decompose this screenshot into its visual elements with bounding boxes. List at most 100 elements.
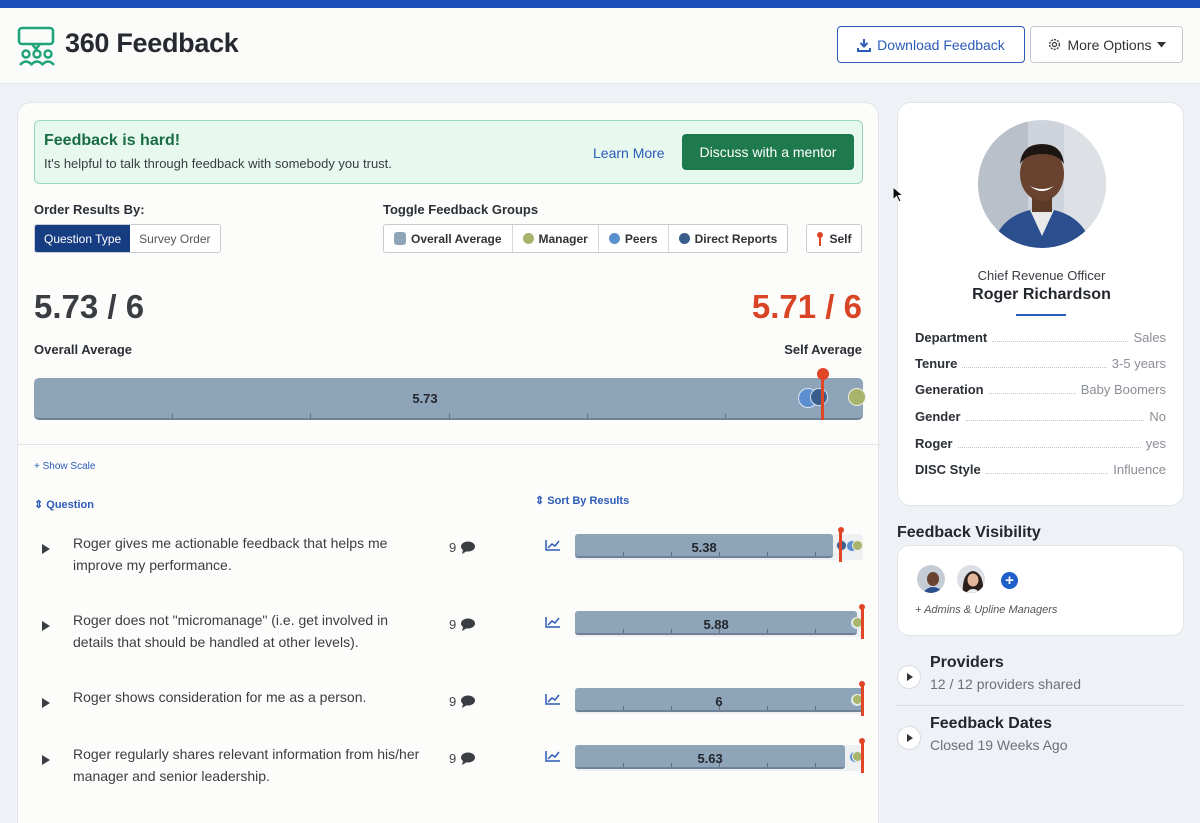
- feedback-dates-title: Feedback Dates: [930, 715, 1052, 732]
- sort-by-results-label: Sort By Results: [547, 495, 630, 507]
- question-text: Roger does not "micromanage" (i.e. get i…: [73, 612, 388, 650]
- trend-chart-icon[interactable]: [545, 616, 561, 628]
- question-text: Roger regularly shares relevant informat…: [73, 746, 420, 784]
- comment-count[interactable]: 9: [449, 540, 476, 555]
- dot-leader: [992, 332, 1129, 342]
- expand-row-icon[interactable]: [42, 621, 50, 631]
- feedback-groups-toggle: Overall Average Manager Peers Direct Rep…: [383, 224, 789, 253]
- feedback-dates-accordion[interactable]: Feedback Dates Closed 19 Weeks Ago: [897, 715, 1184, 775]
- comment-icon: [461, 618, 476, 631]
- learn-more-link[interactable]: Learn More: [593, 145, 665, 161]
- download-feedback-button[interactable]: Download Feedback: [837, 26, 1025, 63]
- overall-average-label: Overall Average: [34, 342, 133, 357]
- discuss-with-mentor-button[interactable]: Discuss with a mentor: [682, 134, 854, 170]
- toggle-direct-reports[interactable]: Direct Reports: [669, 225, 788, 252]
- score-fill: 5.38: [575, 534, 834, 558]
- question-score-bar: 5.63: [575, 738, 865, 773]
- peers-swatch: [608, 233, 620, 244]
- trend-chart-icon[interactable]: [545, 693, 561, 705]
- toggle-peers[interactable]: Peers: [599, 225, 669, 252]
- trend-chart-icon[interactable]: [545, 750, 561, 762]
- self-pin: [859, 738, 865, 773]
- scale-tick: [767, 552, 768, 556]
- scale-tick: [815, 552, 816, 556]
- toggle-manager-label: Manager: [538, 231, 588, 246]
- order-results-label: Order Results By:: [34, 202, 145, 217]
- scale-tick: [623, 763, 624, 767]
- attr-value: Influence: [1113, 462, 1166, 477]
- sort-by-results-header[interactable]: ⇕ Sort By Results: [535, 494, 629, 507]
- comment-count[interactable]: 9: [449, 694, 476, 709]
- comment-count[interactable]: 9: [449, 617, 476, 632]
- self-pin-icon: [816, 231, 824, 246]
- scale-tick: [815, 763, 816, 767]
- toggle-self[interactable]: Self: [806, 224, 862, 253]
- question-text: Roger gives me actionable feedback that …: [73, 535, 388, 573]
- scale-tick: [310, 414, 312, 418]
- self-pin: [859, 604, 865, 639]
- manager-marker: [848, 388, 867, 406]
- attr-value: 3-5 years: [1111, 356, 1166, 371]
- sort-arrows-icon: ⇕: [535, 495, 548, 507]
- overall-average-swatch: [394, 232, 406, 245]
- scale-tick: [719, 629, 720, 633]
- expand-row-icon[interactable]: [42, 698, 50, 708]
- profile-card: Chief Revenue Officer Roger Richardson D…: [897, 102, 1184, 506]
- results-card: Feedback is hard! It's helpful to talk t…: [17, 102, 880, 823]
- viewer-photo-female: [957, 565, 985, 593]
- question-row[interactable]: Roger gives me actionable feedback that …: [18, 527, 880, 592]
- mouse-cursor-icon: [892, 186, 904, 203]
- scale-tick: [719, 763, 720, 767]
- attr-disc-style: DISC Style Influence: [915, 462, 1166, 480]
- trend-chart-icon[interactable]: [545, 539, 561, 551]
- comment-count-value: 9: [449, 694, 457, 709]
- scale-tick: [172, 414, 174, 418]
- caret-down-icon: [1156, 41, 1166, 47]
- attr-tenure: Tenure 3-5 years: [915, 356, 1166, 374]
- expand-row-icon[interactable]: [42, 755, 50, 765]
- scale-tick: [815, 706, 816, 710]
- scale-tick: [719, 552, 720, 556]
- show-scale-link[interactable]: + Show Scale: [34, 461, 95, 472]
- scale-tick: [767, 629, 768, 633]
- visibility-note: + Admins & Upline Managers: [915, 604, 1058, 616]
- scale-tick: [671, 552, 672, 556]
- question-row[interactable]: Roger regularly shares relevant informat…: [18, 738, 880, 803]
- top-accent-stripe: [0, 0, 1200, 8]
- scale-tick: [586, 414, 588, 418]
- providers-subtitle: 12 / 12 providers shared: [930, 676, 1081, 692]
- dot-leader: [985, 464, 1109, 474]
- comment-icon: [461, 541, 476, 554]
- question-sort-header[interactable]: ⇕ Question: [34, 498, 94, 511]
- order-option-survey-order[interactable]: Survey Order: [130, 225, 220, 252]
- app-title: 360 Feedback: [65, 28, 239, 58]
- question-row[interactable]: Roger shows consideration for me as a pe…: [18, 681, 880, 746]
- toggle-manager[interactable]: Manager: [513, 225, 599, 252]
- overall-bar-value: 5.73: [412, 391, 438, 406]
- attr-key: Generation: [915, 382, 984, 397]
- overall-average-bar: 5.73: [34, 368, 867, 420]
- feedback-visibility-card: + + Admins & Upline Managers: [897, 545, 1184, 636]
- order-option-question-type[interactable]: Question Type: [35, 225, 131, 252]
- expand-row-icon[interactable]: [42, 544, 50, 554]
- viewer-avatar[interactable]: [955, 563, 987, 595]
- attr-value: Sales: [1133, 330, 1166, 345]
- add-viewer-button[interactable]: +: [1001, 572, 1018, 589]
- viewer-avatar[interactable]: [915, 563, 947, 595]
- toggle-overall-average[interactable]: Overall Average: [384, 225, 513, 252]
- toggle-peers-label: Peers: [624, 231, 658, 246]
- scale-tick: [623, 706, 624, 710]
- banner-title: Feedback is hard!: [44, 132, 181, 149]
- question-row[interactable]: Roger does not "micromanage" (i.e. get i…: [18, 604, 880, 669]
- scale-tick: [671, 629, 672, 633]
- profile-avatar: [978, 120, 1106, 248]
- more-options-button[interactable]: More Options: [1030, 26, 1183, 63]
- attr-department: Department Sales: [915, 330, 1166, 348]
- download-feedback-label: Download Feedback: [877, 36, 1005, 53]
- comment-icon: [461, 695, 476, 708]
- toggle-overall-average-label: Overall Average: [411, 231, 502, 246]
- accordion-divider: [897, 705, 1184, 706]
- comment-icon: [461, 752, 476, 765]
- direct-reports-marker: [809, 388, 828, 406]
- comment-count[interactable]: 9: [449, 751, 476, 766]
